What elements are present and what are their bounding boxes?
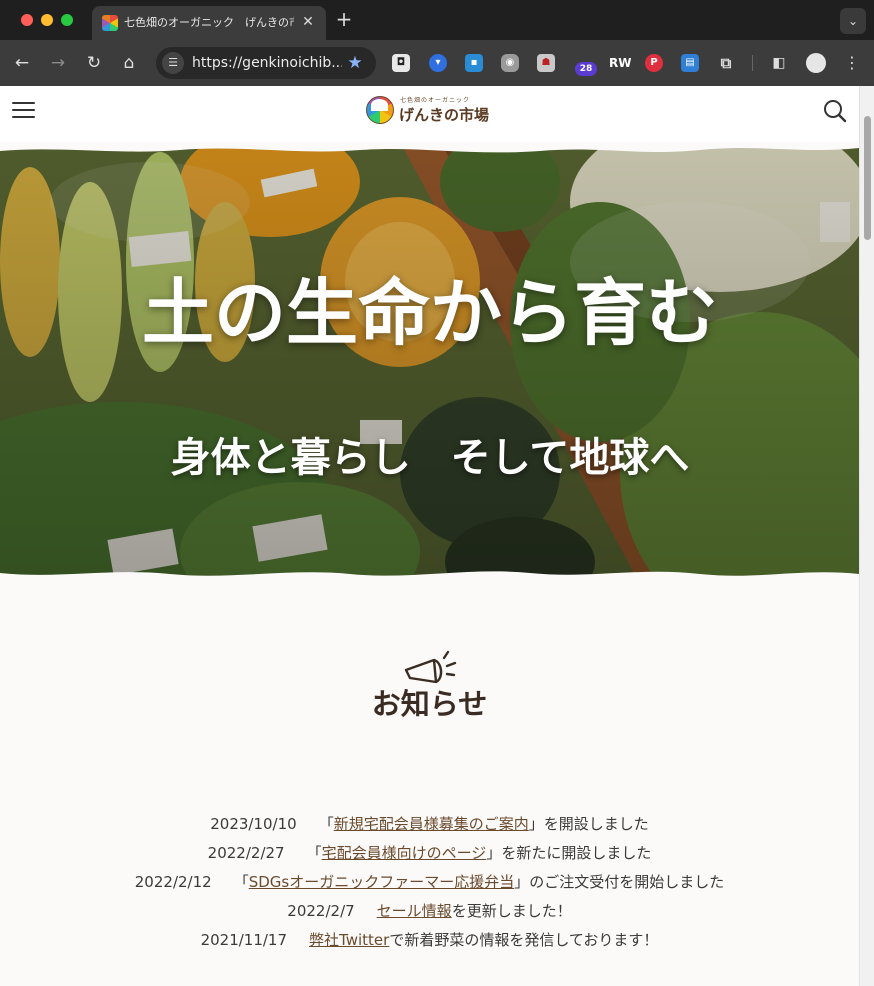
reload-icon[interactable]: ↻ [82, 51, 106, 75]
news-item: 2022/2/27 「宅配会員様向けのページ」を新たに開設しました [0, 841, 859, 865]
news-suffix: を更新しました！ [451, 902, 572, 920]
logo-title: げんきの市場 [399, 106, 490, 124]
news-link[interactable]: 宅配会員様向けのページ [322, 844, 487, 862]
tab-close-icon[interactable]: ✕ [300, 14, 316, 30]
news-item: 2023/10/10 「新規宅配会員様募集のご案内」を開設しました [0, 812, 859, 836]
megaphone-icon [400, 648, 460, 688]
maximize-window-button[interactable] [61, 14, 73, 26]
tab-title: 七色畑のオーガニック げんきの市場 [124, 16, 294, 29]
hero-banner: 土の生命から育む 身体と暮らし そして地球へ [0, 142, 859, 584]
back-arrow-icon[interactable]: ← [10, 51, 34, 75]
url-text[interactable]: https://genkinoichib... [192, 54, 342, 72]
extension-camera-icon[interactable]: ◉ [501, 54, 519, 72]
extension-calendar-icon[interactable]: ▤ [681, 54, 699, 72]
bookmark-star-icon[interactable]: ★ [346, 53, 364, 73]
page-scrollbar[interactable] [859, 86, 874, 986]
hamburger-menu-icon[interactable] [12, 100, 36, 120]
minimize-window-button[interactable] [41, 14, 53, 26]
site-info-icon[interactable]: ☰ [162, 52, 184, 74]
news-date: 2022/2/27 [207, 844, 285, 862]
news-date: 2023/10/10 [210, 815, 297, 833]
new-tab-button[interactable]: + [334, 8, 354, 30]
news-prefix: 「 [233, 873, 249, 891]
news-suffix: で新着野菜の情報を発信しております！ [389, 931, 659, 949]
news-item: 2021/11/17 弊社Twitterで新着野菜の情報を発信しております！ [0, 928, 859, 952]
news-item: 2022/2/12 「SDGsオーガニックファーマー応援弁当」のご注文受付を開始し… [0, 870, 859, 894]
close-window-button[interactable] [21, 14, 33, 26]
extension-rw-icon[interactable]: RW [609, 54, 631, 72]
address-bar[interactable]: ☰ https://genkinoichib... ★ [156, 47, 376, 79]
search-icon[interactable] [822, 98, 848, 124]
news-date: 2022/2/12 [134, 873, 212, 891]
toolbar-divider [752, 55, 753, 71]
news-suffix: 」を新たに開設しました [486, 844, 652, 862]
extension-mask-icon[interactable]: ◘ [392, 54, 410, 72]
tab-search-button[interactable]: ⌄ [840, 8, 866, 34]
news-link[interactable]: SDGsオーガニックファーマー応援弁当 [249, 873, 515, 891]
browser-titlebar: 七色畑のオーガニック げんきの市場 ✕ + ⌄ [0, 0, 874, 40]
browser-toolbar: ← → ↻ ⌂ ☰ https://genkinoichib... ★ ◘ ▾ … [0, 40, 874, 86]
news-date: 2021/11/17 [200, 931, 288, 949]
extension-bookmark-icon[interactable]: ▾ [429, 54, 447, 72]
news-heading: お知らせ [371, 687, 488, 721]
scrollbar-thumb[interactable] [864, 116, 871, 240]
site-header: 七色畑のオーガニック げんきの市場 [0, 86, 859, 144]
extension-badge[interactable]: 28 [575, 62, 597, 76]
home-icon[interactable]: ⌂ [117, 51, 141, 75]
site-favicon-icon [102, 15, 118, 31]
news-suffix: 」のご注文受付を開始しました [514, 873, 725, 891]
browser-menu-icon[interactable]: ⋮ [842, 52, 862, 74]
site-logo[interactable]: 七色畑のオーガニック げんきの市場 [366, 95, 496, 127]
logo-mark-icon [366, 96, 394, 124]
news-prefix: 「 [318, 815, 334, 833]
hero-vegetables-image [0, 142, 859, 584]
news-suffix: 」を開設しました [528, 815, 649, 833]
news-item: 2022/2/7 セール情報を更新しました！ [0, 899, 859, 923]
profile-avatar[interactable] [806, 53, 826, 73]
news-link[interactable]: 弊社Twitter [309, 931, 389, 949]
extension-robot-icon[interactable]: ☗ [537, 54, 555, 72]
pinterest-icon[interactable]: P [645, 54, 663, 72]
forward-arrow-icon[interactable]: → [46, 51, 70, 75]
news-prefix: 「 [306, 844, 322, 862]
side-panel-icon[interactable]: ◧ [770, 54, 788, 72]
news-date: 2022/2/7 [287, 902, 355, 920]
browser-tab-active[interactable]: 七色畑のオーガニック げんきの市場 ✕ [92, 6, 326, 40]
hero-title: 土の生命から育む [141, 271, 718, 355]
page-viewport: 七色畑のオーガニック げんきの市場 土の生命から育む 身体と暮らし そして地球へ… [0, 86, 859, 986]
logo-subtitle: 七色畑のオーガニック [400, 97, 471, 104]
news-link[interactable]: 新規宅配会員様募集のご案内 [334, 815, 529, 833]
hero-subtitle: 身体と暮らし そして地球へ [170, 435, 690, 481]
news-link[interactable]: セール情報 [377, 902, 452, 920]
extensions-puzzle-icon[interactable]: ⧉ [717, 54, 735, 72]
extension-window-icon[interactable]: ▪ [465, 54, 483, 72]
